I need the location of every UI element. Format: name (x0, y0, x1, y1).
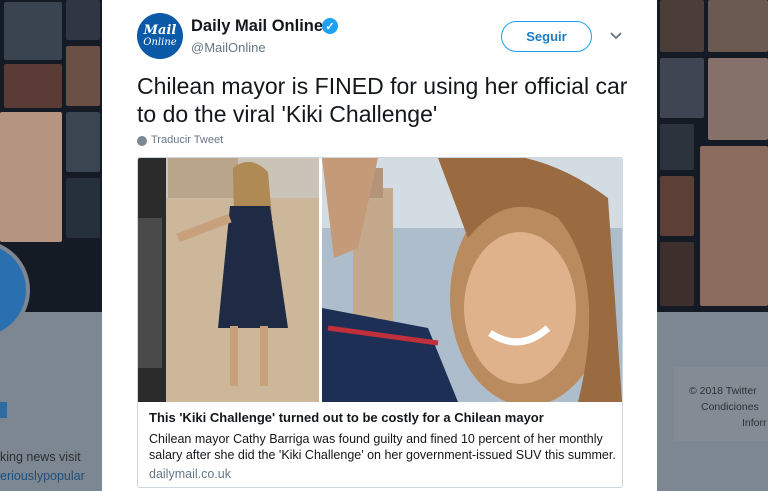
link-card[interactable]: This 'Kiki Challenge' turned out to be c… (137, 157, 623, 488)
verified-badge-icon: ✓ (322, 18, 338, 34)
follow-button[interactable]: Seguir (501, 21, 592, 52)
card-domain: dailymail.co.uk (149, 467, 231, 481)
chevron-down-icon[interactable] (609, 30, 623, 42)
author-avatar[interactable]: Mail Online (137, 13, 183, 59)
card-image (138, 158, 622, 402)
bio-text: king news visit (0, 450, 81, 464)
author-name[interactable]: Daily Mail Online (191, 17, 323, 36)
footer-copyright: © 2018 Twitter (689, 385, 757, 397)
bio-link[interactable]: eriouslypopular (0, 469, 85, 483)
translate-tweet-link[interactable]: Traducir Tweet (151, 134, 223, 146)
author-handle[interactable]: @MailOnline (191, 40, 266, 55)
tweet-modal: Mail Online Daily Mail Online ✓ @MailOnl… (102, 0, 657, 491)
location-icon (0, 402, 7, 418)
globe-icon (137, 136, 147, 146)
avatar-logo-line1: Mail (143, 23, 177, 38)
tweet-text: Chilean mayor is FINED for using her off… (137, 73, 628, 127)
avatar-logo-line2: Online (143, 37, 177, 48)
card-title: This 'Kiki Challenge' turned out to be c… (149, 410, 544, 425)
footer-link-info[interactable]: Inforr (742, 417, 767, 429)
footer-link-terms[interactable]: Condiciones (701, 401, 759, 413)
card-description: Chilean mayor Cathy Barriga was found gu… (149, 432, 616, 462)
